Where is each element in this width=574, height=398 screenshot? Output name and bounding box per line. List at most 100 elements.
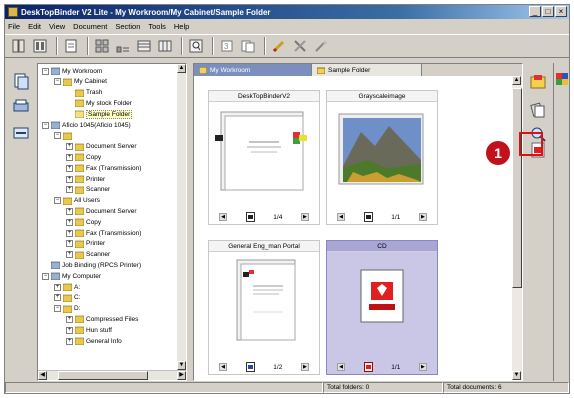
document-card[interactable]: DeskTopBinderV2 ◀ 1/4 ▶ <box>208 90 320 225</box>
tree-item[interactable]: − All Users <box>54 196 100 206</box>
scroll-up-arrow[interactable]: ▲ <box>512 76 521 85</box>
binder-icon[interactable] <box>10 37 28 55</box>
tree-item[interactable]: My stock Folder <box>66 98 132 108</box>
binder2-icon[interactable] <box>31 37 49 55</box>
expand-icon[interactable]: + <box>66 153 73 161</box>
scroll-thumb[interactable] <box>512 88 522 288</box>
prev-page-button[interactable]: ◀ <box>219 213 227 221</box>
minimize-button[interactable]: _ <box>529 6 541 17</box>
menu-tools[interactable]: Tools <box>148 22 166 31</box>
scroll-left-arrow[interactable]: ◀ <box>38 371 47 380</box>
tree-item[interactable]: − My Cabinet <box>54 77 107 87</box>
title-bar[interactable]: DeskTopBinder V2 Lite - My Workroom/My C… <box>5 5 569 19</box>
expand-icon[interactable]: + <box>66 326 73 334</box>
pages-icon[interactable] <box>529 101 547 119</box>
tree-item[interactable]: + General Info <box>66 336 122 346</box>
scroll-right-arrow[interactable]: ▶ <box>177 371 186 380</box>
send-icon[interactable] <box>11 123 31 143</box>
expand-icon[interactable]: + <box>54 294 61 302</box>
zoom-icon[interactable] <box>187 37 205 55</box>
tree-item[interactable]: + Copy <box>66 217 101 227</box>
close-button[interactable]: × <box>555 6 567 17</box>
scan-icon[interactable] <box>11 97 31 117</box>
expand-icon[interactable]: + <box>66 207 73 215</box>
expand-icon[interactable]: + <box>66 175 73 183</box>
tree-item[interactable]: + Compressed Files <box>66 314 138 324</box>
expand-icon[interactable]: + <box>66 337 73 345</box>
list-icon[interactable] <box>135 37 153 55</box>
expand-icon[interactable]: + <box>66 315 73 323</box>
expand-icon[interactable]: + <box>66 186 73 194</box>
menu-help[interactable]: Help <box>174 22 189 31</box>
thumbnails-icon[interactable] <box>93 37 111 55</box>
tree-item[interactable]: + C: <box>54 293 81 303</box>
tree-item[interactable]: + Printer <box>66 174 105 184</box>
collapse-icon[interactable]: − <box>42 67 49 75</box>
tab-sample-folder[interactable]: Sample Folder <box>312 64 422 76</box>
tree-item[interactable]: + Fax (Transmission) <box>66 163 141 173</box>
menu-document[interactable]: Document <box>73 22 107 31</box>
wand-icon[interactable] <box>312 37 330 55</box>
tree-item[interactable]: + A: <box>54 282 80 292</box>
prev-page-button[interactable]: ◀ <box>219 363 227 371</box>
tree-item[interactable]: + Printer <box>66 239 105 249</box>
tree-item[interactable]: + Copy <box>66 152 101 162</box>
tree-item[interactable]: − Aficio 1045(Aficio 1045) <box>42 120 131 130</box>
viewer-icon[interactable] <box>529 73 547 91</box>
expand-icon[interactable]: + <box>66 229 73 237</box>
prev-page-button[interactable]: ◀ <box>337 363 345 371</box>
folder-tree[interactable]: ▲ ▼ ◀ ▶ − My Workroom − My Cabinet Trash My s… <box>37 63 187 381</box>
collapse-icon[interactable]: − <box>42 121 49 129</box>
tree-item[interactable]: Sample Folder <box>66 109 133 119</box>
collapse-icon[interactable]: − <box>54 78 61 86</box>
tree-item[interactable]: + Document Server <box>66 206 137 216</box>
new-document-icon[interactable] <box>11 71 31 91</box>
expand-icon[interactable]: + <box>66 164 73 172</box>
copy-icon[interactable] <box>239 37 257 55</box>
scroll-down-arrow[interactable]: ▼ <box>177 361 186 370</box>
menu-section[interactable]: Section <box>115 22 140 31</box>
expand-icon[interactable]: + <box>66 251 73 259</box>
next-page-button[interactable]: ▶ <box>418 363 427 371</box>
tree-item[interactable]: − <box>54 131 74 141</box>
print-icon[interactable]: 3 <box>218 37 236 55</box>
next-page-button[interactable]: ▶ <box>300 213 309 221</box>
tree-item[interactable]: − D: <box>54 304 81 314</box>
prev-page-button[interactable]: ◀ <box>337 213 345 221</box>
menu-view[interactable]: View <box>49 22 65 31</box>
next-page-button[interactable]: ▶ <box>418 213 427 221</box>
collapse-icon[interactable]: − <box>54 305 61 313</box>
tree-item[interactable]: − My Computer <box>42 271 101 281</box>
scroll-thumb[interactable] <box>58 371 148 380</box>
document-card[interactable]: General Eng_man Portal ◀ 1/2 ▶ <box>208 240 320 375</box>
tree-item[interactable]: − My Workroom <box>42 66 102 76</box>
expand-icon[interactable]: + <box>54 283 61 291</box>
collapse-icon[interactable]: − <box>54 132 61 140</box>
puzzle-icon[interactable] <box>556 73 568 85</box>
maximize-button[interactable]: □ <box>542 6 554 17</box>
grid-icon[interactable] <box>156 37 174 55</box>
expand-icon[interactable]: + <box>66 218 73 226</box>
tree-item[interactable]: Job Binding (RPCS Printer) <box>42 260 141 270</box>
expand-icon[interactable]: + <box>66 143 73 151</box>
tree-item[interactable]: Trash <box>66 88 102 98</box>
details-icon[interactable] <box>114 37 132 55</box>
tree-horizontal-scrollbar[interactable]: ◀ ▶ <box>38 370 186 380</box>
pen-icon[interactable] <box>270 37 288 55</box>
tree-item[interactable]: + Scanner <box>66 185 110 195</box>
next-page-button[interactable]: ▶ <box>300 363 309 371</box>
scroll-down-arrow[interactable]: ▼ <box>512 371 521 380</box>
collapse-icon[interactable]: − <box>54 197 61 205</box>
tree-item[interactable]: + Hun stuff <box>66 325 112 335</box>
tab-my-workroom[interactable]: My Workroom <box>194 64 312 76</box>
tree-vertical-scrollbar[interactable]: ▲ ▼ <box>177 64 186 370</box>
menu-edit[interactable]: Edit <box>28 22 41 31</box>
properties-icon[interactable] <box>62 37 80 55</box>
collapse-icon[interactable]: − <box>42 272 49 280</box>
tree-item[interactable]: + Fax (Transmission) <box>66 228 141 238</box>
document-card-selected[interactable]: CD ◀ 1/1 ▶ <box>326 240 438 375</box>
scroll-up-arrow[interactable]: ▲ <box>177 64 186 73</box>
tree-item[interactable]: + Scanner <box>66 250 110 260</box>
document-card[interactable]: Grayscaleimage ◀ 1/1 ▶ <box>326 90 438 225</box>
expand-icon[interactable]: + <box>66 240 73 248</box>
